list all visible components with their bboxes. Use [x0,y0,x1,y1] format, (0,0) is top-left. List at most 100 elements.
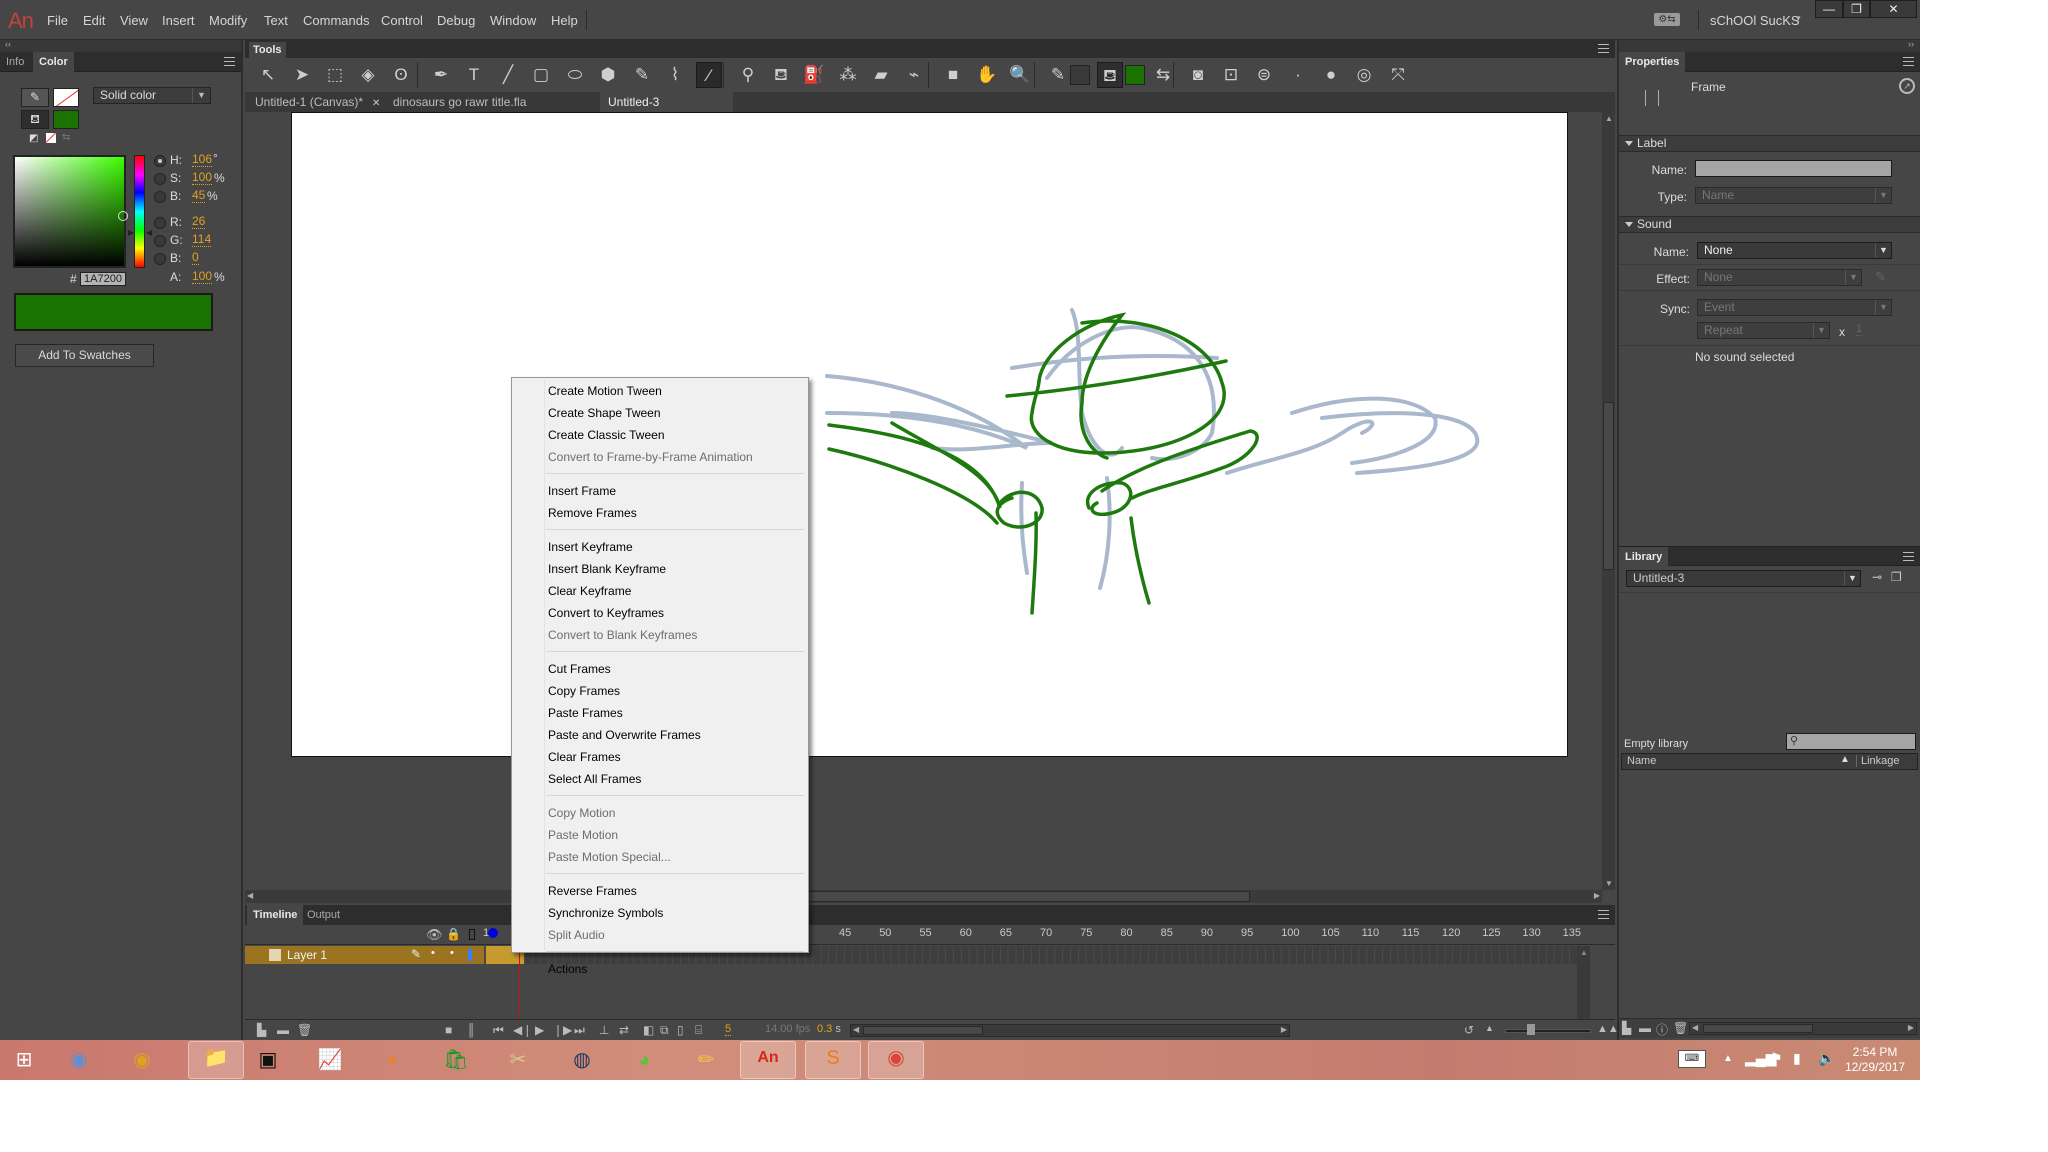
properties-icon[interactable]: ⓘ [1656,1021,1668,1038]
library-document-dropdown[interactable]: Untitled-3 ▼ [1626,570,1861,587]
menu-item-create-classic-tween[interactable]: Create Classic Tween [546,424,806,446]
menu-item-actions[interactable]: Actions [546,958,806,980]
no-color-icon[interactable] [46,133,56,143]
volume-icon[interactable]: 🔈 [1818,1050,1835,1067]
onion-start-marker[interactable] [488,928,498,938]
hue-slider-handle-right[interactable]: ◀ [146,228,152,237]
store-icon[interactable]: 🛍 [440,1044,472,1076]
effect-dropdown[interactable]: None ▼ [1697,269,1862,286]
polystar-tool[interactable]: ⬢ [595,62,621,88]
zoom-out-icon[interactable]: ▲ [1485,1023,1494,1033]
camera-tool[interactable]: ■ [940,62,966,88]
timeline-zoom-slider[interactable] [1505,1029,1591,1033]
reset-zoom-icon[interactable]: ↺ [1464,1023,1474,1037]
zoom-in-icon[interactable]: ▲▲ [1597,1023,1619,1035]
blue-value[interactable]: 0 [192,251,199,265]
animate-icon[interactable]: An [740,1041,796,1079]
current-frame-value[interactable]: 5 [725,1023,732,1036]
elapsed-display[interactable]: 0.3 s [817,1023,841,1035]
scroll-right-icon[interactable]: ▶ [1908,1023,1914,1032]
hue-slider[interactable] [134,155,145,268]
menu-item-remove-frames[interactable]: Remove Frames [546,502,806,524]
fps-display[interactable]: 14.00 fps [765,1023,810,1035]
menu-item-insert-blank-keyframe[interactable]: Insert Blank Keyframe [546,558,806,580]
menu-debug[interactable]: Debug [437,13,475,28]
menu-item-convert-to-keyframes[interactable]: Convert to Keyframes [546,602,806,624]
menu-item-synchronize-symbols[interactable]: Synchronize Symbols [546,902,806,924]
timeline-vscroll[interactable]: ▲ [1577,946,1590,1019]
green-value[interactable]: 114 [192,233,212,247]
scroll-left-icon[interactable]: ◀ [853,1025,859,1034]
sound-name-dropdown[interactable]: None ▼ [1697,242,1892,259]
minimize-button[interactable]: — [1815,0,1843,18]
delete-layer-icon[interactable]: 🗑 [297,1023,312,1037]
tab-color[interactable]: Color [33,52,74,72]
line-tool[interactable]: ╱ [495,62,521,88]
play-icon[interactable]: ▶ [535,1023,544,1037]
library-list[interactable] [1621,770,1918,1016]
hue-slider-handle-left[interactable]: ▶ [128,228,134,237]
loop-icon[interactable]: ⇄ [619,1023,629,1037]
pencil-app-icon[interactable]: ✏ [690,1044,722,1076]
menu-view[interactable]: View [120,13,148,28]
label-type-dropdown[interactable]: Name ▼ [1695,187,1892,204]
scroll-down-icon[interactable]: ▼ [1605,879,1613,888]
menu-item-copy-frames[interactable]: Copy Frames [546,680,806,702]
chrome-profile-icon[interactable]: ◉ [868,1041,924,1079]
new-folder-icon[interactable]: ▬ [1639,1021,1651,1035]
stroke-color-tool[interactable]: ✎ [1045,62,1071,88]
panel-menu-icon[interactable] [224,57,235,66]
menu-item-select-all-frames[interactable]: Select All Frames [546,768,806,790]
panel-menu-icon[interactable] [1598,44,1609,53]
onion-skin-icon[interactable]: ◧ [643,1023,654,1037]
ink-bottle-tool[interactable]: ⛽ [801,62,827,88]
eraser-tool[interactable]: ▰ [868,62,894,88]
brush-shape-tool[interactable]: ● [1318,62,1344,88]
scroll-left-icon[interactable]: ◀ [1692,1023,1698,1032]
pen-tool[interactable]: ✒ [428,62,454,88]
tab-library[interactable]: Library [1619,547,1669,567]
help-link-icon[interactable]: ↗ [1899,78,1915,94]
color-picker-cursor[interactable] [118,211,128,221]
column-name[interactable]: Name [1627,755,1656,767]
hue-value[interactable]: 106 [192,153,213,167]
layer-name[interactable]: Layer 1 [287,948,327,962]
menu-item-cut-frames[interactable]: Cut Frames [546,658,806,680]
vertical-scrollbar[interactable]: ▲ ▼ [1602,112,1615,890]
outline-color-icon[interactable] [468,949,472,961]
width-tool[interactable]: ⌁ [901,62,927,88]
stage-canvas[interactable] [291,112,1568,757]
brightness-radio[interactable] [154,191,166,203]
show-hidden-icons[interactable]: ▲ [1723,1053,1733,1064]
lock-dot-icon[interactable]: • [450,947,454,959]
timeline-hscroll[interactable]: ◀ ▶ [850,1024,1290,1037]
library-scroll-thumb[interactable] [1703,1024,1813,1033]
onion-skin-outlines-icon[interactable]: ⧉ [660,1023,669,1038]
panel-collapse-strip[interactable]: ›› [1619,39,1920,52]
file-explorer-icon[interactable]: 📁 [188,1041,244,1079]
red-value[interactable]: 26 [192,215,206,229]
edit-sound-envelope-icon[interactable]: ✎ [1875,269,1886,285]
panel-menu-icon[interactable] [1598,910,1609,919]
new-library-panel-icon[interactable]: ❐ [1891,570,1902,584]
selection-tool[interactable]: ↖ [255,62,281,88]
doc-tab-untitled-3[interactable]: Untitled-3 (Canvas)*✕ [600,92,733,129]
bone-tool[interactable]: ⚲ [735,62,761,88]
menu-item-insert-frame[interactable]: Insert Frame [546,480,806,502]
resource-monitor-icon[interactable]: 📈 [314,1044,346,1076]
lock-fill-tool[interactable]: ⊡ [1218,62,1244,88]
menu-window[interactable]: Window [490,13,536,28]
subselection-tool[interactable]: ➤ [289,62,315,88]
panel-menu-icon[interactable] [1903,57,1914,66]
menu-help[interactable]: Help [551,13,578,28]
action-center-icon[interactable]: ⚑ [1770,1050,1783,1067]
show-hide-layers-icon[interactable]: 👁 [426,927,443,943]
repeat-count[interactable]: 1 [1856,323,1863,336]
pin-library-icon[interactable]: ⊸ [1872,570,1882,584]
oval-tool[interactable]: ⬭ [562,62,588,88]
tab-properties[interactable]: Properties [1619,52,1686,72]
steam-icon[interactable]: ◍ [566,1044,598,1076]
scroll-right-icon[interactable]: ▶ [1594,891,1600,900]
paint-bucket-tool[interactable]: ⛾ [768,62,794,88]
menu-modify[interactable]: Modify [209,13,247,28]
